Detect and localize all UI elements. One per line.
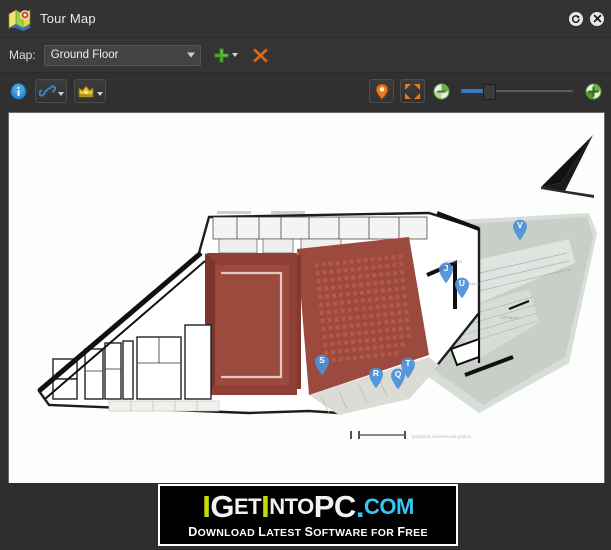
svg-text:SALA: SALA	[469, 281, 480, 286]
chain-link-icon	[38, 85, 56, 97]
marker-style-button[interactable]	[74, 79, 106, 103]
map-pin-label: R	[372, 368, 380, 378]
green-plus-icon	[584, 82, 602, 100]
logo-part-6: PC	[313, 488, 357, 524]
delete-map-button[interactable]	[252, 47, 269, 64]
tagline-4: REE	[405, 527, 428, 539]
green-minus-icon	[432, 82, 450, 100]
slider-fill	[461, 89, 483, 93]
tagline-3: OFTWARE FOR	[313, 527, 398, 539]
tagline-s: S	[304, 525, 314, 539]
chevron-down-icon	[97, 91, 103, 96]
map-canvas-container[interactable]: SALA DETALLE ACCESO graphical scale/esca…	[8, 112, 605, 484]
window-title: Tour Map	[40, 11, 96, 26]
svg-text:DETALLE: DETALLE	[501, 315, 519, 320]
floor-plan-drawing: SALA DETALLE ACCESO graphical scale/esca…	[9, 113, 604, 483]
watermark-tagline: DOWNLOAD LATEST SOFTWARE FOR FREE	[160, 525, 456, 539]
app-icon	[6, 6, 32, 32]
logo-part-7: .	[355, 488, 365, 524]
logo-part-1: I	[202, 488, 211, 524]
slider-handle[interactable]	[483, 84, 496, 100]
tagline-d: D	[188, 525, 198, 539]
map-toolbar	[0, 73, 611, 109]
restore-button[interactable]	[569, 11, 583, 26]
tagline-1: OWNLOAD	[197, 527, 259, 539]
map-pin-V[interactable]: V	[512, 219, 528, 241]
map-pin-R[interactable]: R	[368, 367, 384, 389]
map-pin-U[interactable]: U	[454, 277, 470, 299]
fit-to-screen-button[interactable]	[400, 79, 425, 103]
info-button[interactable]	[8, 80, 28, 102]
toolbar-right-group	[369, 79, 603, 103]
svg-text:graphical scale/escala grafica: graphical scale/escala grafica	[412, 434, 472, 439]
logo-part-2: G	[210, 488, 234, 524]
map-select[interactable]: Ground Floor	[43, 44, 201, 66]
map-label: Map:	[9, 48, 36, 62]
chevron-down-icon	[231, 53, 238, 57]
expand-arrows-icon	[405, 83, 420, 99]
gold-star-icon	[78, 85, 94, 98]
toolbar-left-group	[8, 79, 106, 103]
logo-part-4: I	[261, 488, 270, 524]
zoom-out-button[interactable]	[431, 80, 451, 102]
title-bar: Tour Map	[0, 0, 611, 38]
chevron-down-icon	[186, 52, 195, 58]
map-pin-label: U	[458, 278, 466, 288]
add-map-button[interactable]	[213, 47, 238, 64]
watermark-logo: I G ET I NTO PC. COM	[160, 488, 456, 524]
window-controls	[569, 11, 604, 26]
map-pin-S[interactable]: S	[314, 354, 330, 376]
place-marker-button[interactable]	[369, 79, 394, 103]
link-button[interactable]	[35, 79, 67, 103]
map-pin-label: V	[517, 220, 523, 230]
tour-map-window: Tour Map Map: Ground Floor SALA DETALLE …	[0, 0, 611, 550]
chevron-down-icon	[57, 91, 64, 96]
close-button[interactable]	[590, 11, 604, 26]
info-icon	[9, 82, 27, 100]
logo-part-3: ET	[233, 493, 262, 519]
map-select-value: Ground Floor	[50, 49, 119, 61]
map-pin-label: T	[405, 358, 411, 368]
logo-part-5: NTO	[269, 493, 314, 519]
map-pin-icon	[375, 83, 388, 100]
map-pin-label: J	[443, 263, 449, 273]
tagline-2: ATEST	[266, 527, 305, 539]
orange-x-icon	[252, 47, 268, 63]
map-pin-label: S	[319, 355, 325, 365]
green-plus-icon	[213, 47, 229, 63]
watermark-banner: I G ET I NTO PC. COM DOWNLOAD LATEST SOFTWARE …	[158, 484, 458, 546]
zoom-in-button[interactable]	[583, 80, 603, 102]
map-pin-J[interactable]: J	[438, 262, 454, 284]
map-pin-T[interactable]: T	[400, 357, 416, 379]
logo-part-8: COM	[363, 493, 414, 519]
map-selector-row: Map: Ground Floor	[0, 38, 611, 73]
zoom-slider[interactable]	[461, 82, 573, 100]
